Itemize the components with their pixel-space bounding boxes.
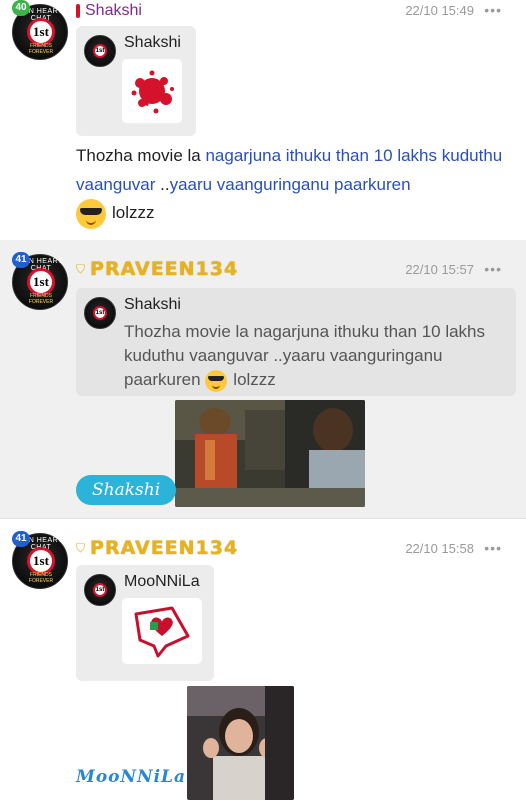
quoted-message[interactable]: 1st Shakshi Thozha movie la nagarjuna it… xyxy=(76,288,516,396)
level-badge: 40 xyxy=(12,0,30,16)
avatar-center-text: 1st xyxy=(27,547,55,575)
shield-icon: ⛉ xyxy=(76,261,86,276)
avatar-center-text: 1st xyxy=(27,268,55,296)
avatar-center-text: 1st xyxy=(93,583,107,597)
gif-image[interactable] xyxy=(175,400,365,507)
username-row: ⛉ PRAVEEN134 xyxy=(76,537,238,559)
message-text: Thozha movie la nagarjuna ithuku than 10… xyxy=(76,146,503,194)
movie-scene-image xyxy=(175,400,365,507)
username-row: Shakshi xyxy=(76,0,142,22)
avatar-ring-bottom-text: FRIENDS FOREVER xyxy=(28,293,54,305)
quote-avatar: 1st xyxy=(84,35,116,67)
quote-username: MooNNiLa xyxy=(124,573,200,590)
timestamp: 22/10 15:49 xyxy=(405,3,474,18)
message-text-end: lolzzz xyxy=(76,198,516,229)
chat-message-3: 41 FAN HEART CHAT 1st FRIENDS FOREVER ⛉ … xyxy=(0,519,526,800)
sunglasses-emoji-icon xyxy=(76,198,106,229)
sunglasses-emoji-icon xyxy=(205,369,228,392)
rank-tag-icon xyxy=(76,4,80,18)
chat-message-1: 40 FAN HEART CHAT 1st FRIENDS FOREVER Sh… xyxy=(0,0,526,240)
chat-message-2: 41 FAN HEART CHAT 1st FRIENDS FOREVER ⛉ … xyxy=(0,240,526,518)
splatter-icon xyxy=(131,70,174,114)
level-badge: 41 xyxy=(12,531,30,547)
quoted-sticker[interactable]: 1st MooNNiLa xyxy=(76,565,214,681)
more-options-icon[interactable]: ••• xyxy=(484,540,502,556)
quote-avatar: 1st xyxy=(84,297,116,329)
more-options-icon[interactable]: ••• xyxy=(484,2,502,18)
avatar-ring-bottom-text: FRIENDS FOREVER xyxy=(28,572,54,584)
actress-photo-image xyxy=(187,686,294,800)
avatar-center-text: 1st xyxy=(93,44,107,58)
sticker-image[interactable] xyxy=(122,598,202,664)
quoted-sticker[interactable]: 1st Shakshi xyxy=(76,26,196,136)
quote-username: Shakshi xyxy=(124,296,181,313)
mention-moonnila[interactable]: MooNNiLa xyxy=(76,767,186,787)
mention-shakshi[interactable]: Shakshi xyxy=(76,475,177,505)
heart-chat-icon xyxy=(134,606,190,658)
username-row: ⛉ PRAVEEN134 xyxy=(76,258,238,280)
level-badge: 41 xyxy=(12,252,30,268)
quote-text: Thozha movie la nagarjuna ithuku than 10… xyxy=(124,320,504,392)
avatar-center-text: 1st xyxy=(27,18,55,46)
timestamp: 22/10 15:57 xyxy=(405,262,474,277)
timestamp: 22/10 15:58 xyxy=(405,541,474,556)
gif-image[interactable] xyxy=(187,686,294,800)
username[interactable]: PRAVEEN134 xyxy=(90,537,238,559)
avatar-ring-bottom-text: FRIENDS FOREVER xyxy=(28,43,54,55)
sticker-image[interactable] xyxy=(122,59,182,123)
more-options-icon[interactable]: ••• xyxy=(484,261,502,277)
quote-avatar: 1st xyxy=(84,574,116,606)
shield-icon: ⛉ xyxy=(76,540,86,555)
username[interactable]: Shakshi xyxy=(85,2,142,20)
avatar-center-text: 1st xyxy=(93,306,107,320)
quote-username: Shakshi xyxy=(124,34,181,51)
username[interactable]: PRAVEEN134 xyxy=(90,258,238,280)
